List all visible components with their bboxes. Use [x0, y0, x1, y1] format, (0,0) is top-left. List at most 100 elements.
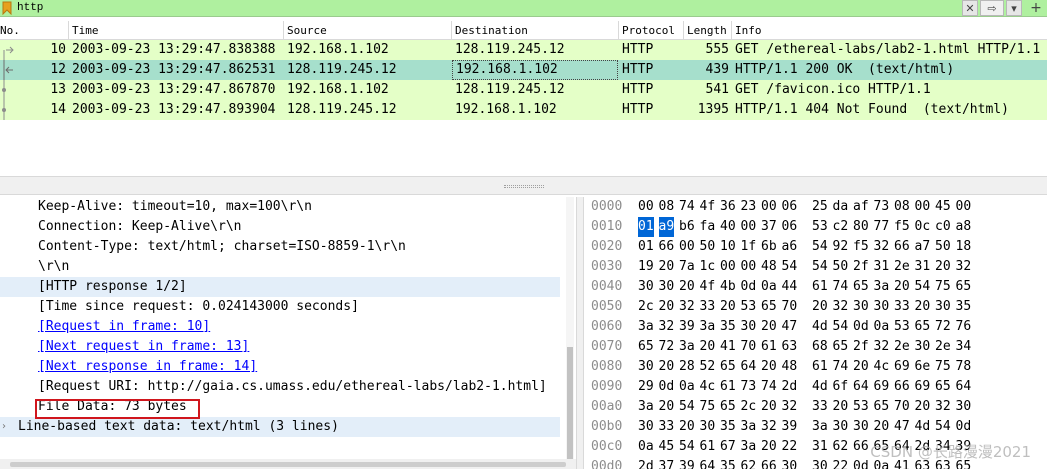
hex-byte[interactable]: 6f [833, 377, 849, 397]
hex-byte[interactable]: 54 [679, 397, 695, 417]
packet-row-selected[interactable]: 12 2003-09-23 13:29:47.862531 128.119.24… [0, 60, 1047, 80]
detail-line[interactable]: Content-Type: text/html; charset=ISO-885… [0, 237, 560, 257]
detail-line[interactable]: [Request URI: http://gaia.cs.umass.edu/e… [0, 377, 560, 397]
hex-byte[interactable]: 39 [679, 317, 695, 337]
hex-byte[interactable]: 32 [935, 397, 951, 417]
hex-byte[interactable]: 3a [812, 417, 828, 437]
hex-byte[interactable]: 6e [915, 357, 931, 377]
hex-byte[interactable]: 20 [935, 257, 951, 277]
hex-byte[interactable]: 75 [935, 277, 951, 297]
hex-byte[interactable]: 20 [659, 357, 675, 377]
hex-byte[interactable]: 06 [782, 217, 798, 237]
hex-byte[interactable]: 0d [853, 457, 869, 469]
column-header-destination[interactable]: Destination [455, 24, 528, 37]
hex-byte[interactable]: f5 [853, 237, 869, 257]
hex-byte[interactable]: 50 [833, 257, 849, 277]
hex-byte[interactable]: 80 [853, 217, 869, 237]
hex-byte[interactable]: 70 [782, 297, 798, 317]
hex-byte[interactable]: 33 [700, 297, 716, 317]
hex-byte[interactable]: 20 [679, 277, 695, 297]
hex-byte[interactable]: 70 [741, 337, 757, 357]
hex-byte[interactable]: 1c [700, 257, 716, 277]
hex-byte[interactable]: 54 [812, 237, 828, 257]
hex-byte[interactable]: fa [700, 217, 716, 237]
hex-byte[interactable]: 30 [638, 417, 654, 437]
hex-byte[interactable]: 53 [894, 317, 910, 337]
hex-byte[interactable]: 67 [720, 437, 736, 457]
expand-arrow-icon[interactable]: › [2, 417, 6, 437]
hex-byte[interactable]: 65 [833, 337, 849, 357]
detail-line[interactable]: [Time since request: 0.024143000 seconds… [0, 297, 560, 317]
hex-byte[interactable]: 20 [761, 397, 777, 417]
column-header-time[interactable]: Time [72, 24, 99, 37]
hex-byte[interactable]: 6b [761, 237, 777, 257]
hex-byte[interactable]: 3a [638, 397, 654, 417]
hex-byte[interactable]: 30 [659, 277, 675, 297]
hex-byte[interactable]: 00 [741, 217, 757, 237]
hex-byte[interactable]: 47 [782, 317, 798, 337]
hex-byte[interactable]: 77 [874, 217, 890, 237]
hex-byte[interactable]: 32 [761, 417, 777, 437]
hex-byte[interactable]: 28 [679, 357, 695, 377]
hex-byte[interactable]: 20 [761, 317, 777, 337]
hex-byte[interactable]: 00 [679, 237, 695, 257]
hex-byte[interactable]: f5 [894, 217, 910, 237]
hex-byte[interactable]: 39 [679, 457, 695, 469]
hex-byte[interactable]: 0d [741, 277, 757, 297]
hex-byte[interactable]: 50 [935, 237, 951, 257]
hex-byte[interactable]: 4c [874, 357, 890, 377]
hex-byte[interactable]: 32 [874, 237, 890, 257]
details-scrollbar[interactable] [566, 197, 574, 459]
hex-byte[interactable]: 20 [659, 297, 675, 317]
hex-byte[interactable]: 20 [679, 417, 695, 437]
detail-line-http-response[interactable]: [HTTP response 1/2] [0, 277, 560, 297]
add-filter-button[interactable]: + [1026, 0, 1046, 16]
hex-byte[interactable]: 0a [679, 377, 695, 397]
hex-byte[interactable]: 69 [915, 377, 931, 397]
hex-byte[interactable]: 32 [874, 337, 890, 357]
hex-byte[interactable]: 73 [874, 197, 890, 217]
hex-byte[interactable]: 64 [853, 377, 869, 397]
hex-byte[interactable]: 00 [741, 257, 757, 277]
hex-byte[interactable]: 72 [935, 317, 951, 337]
hex-byte[interactable]: 31 [874, 257, 890, 277]
hex-byte[interactable]: 66 [659, 237, 675, 257]
hex-byte[interactable]: 62 [833, 437, 849, 457]
hex-byte[interactable]: c2 [833, 217, 849, 237]
hex-byte[interactable]: 3a [700, 317, 716, 337]
packet-row[interactable]: 10 2003-09-23 13:29:47.838388 192.168.1.… [0, 40, 1047, 60]
hex-byte[interactable]: 53 [812, 217, 828, 237]
hex-byte[interactable]: 2f [853, 257, 869, 277]
request-frame-link[interactable]: [Request in frame: 10] [38, 317, 210, 337]
hex-byte[interactable]: 32 [659, 317, 675, 337]
hex-byte[interactable]: 00 [956, 197, 972, 217]
next-request-frame-link[interactable]: [Next request in frame: 13] [38, 337, 249, 357]
hex-byte[interactable]: 54 [812, 257, 828, 277]
hex-byte[interactable]: 75 [935, 357, 951, 377]
hex-byte[interactable]: 00 [761, 197, 777, 217]
hex-byte[interactable]: 0a [638, 437, 654, 457]
filter-history-dropdown[interactable]: ▾ [1006, 0, 1022, 16]
detail-line[interactable]: \r\n [0, 257, 560, 277]
hex-byte[interactable]: 20 [720, 297, 736, 317]
hex-byte[interactable]: 2f [853, 337, 869, 357]
hex-byte[interactable]: 2e [894, 337, 910, 357]
hex-byte[interactable]: 30 [833, 417, 849, 437]
hex-byte[interactable]: 33 [659, 417, 675, 437]
hex-byte[interactable]: 50 [700, 237, 716, 257]
hex-byte[interactable]: 74 [833, 277, 849, 297]
hex-byte[interactable]: 32 [956, 257, 972, 277]
hex-byte[interactable]: 68 [812, 337, 828, 357]
hex-byte[interactable]: 3a [638, 317, 654, 337]
hex-byte[interactable]: 65 [956, 277, 972, 297]
hex-byte[interactable]: 74 [761, 377, 777, 397]
hex-byte[interactable]: 74 [833, 357, 849, 377]
hex-byte[interactable]: 64 [700, 457, 716, 469]
hex-byte[interactable]: 7a [679, 257, 695, 277]
hex-byte[interactable]: 08 [659, 197, 675, 217]
hex-byte[interactable]: 75 [700, 397, 716, 417]
hex-byte[interactable]: 61 [812, 357, 828, 377]
hex-byte[interactable]: 32 [679, 297, 695, 317]
hex-byte[interactable]: 36 [720, 197, 736, 217]
hex-byte[interactable]: 20 [812, 297, 828, 317]
